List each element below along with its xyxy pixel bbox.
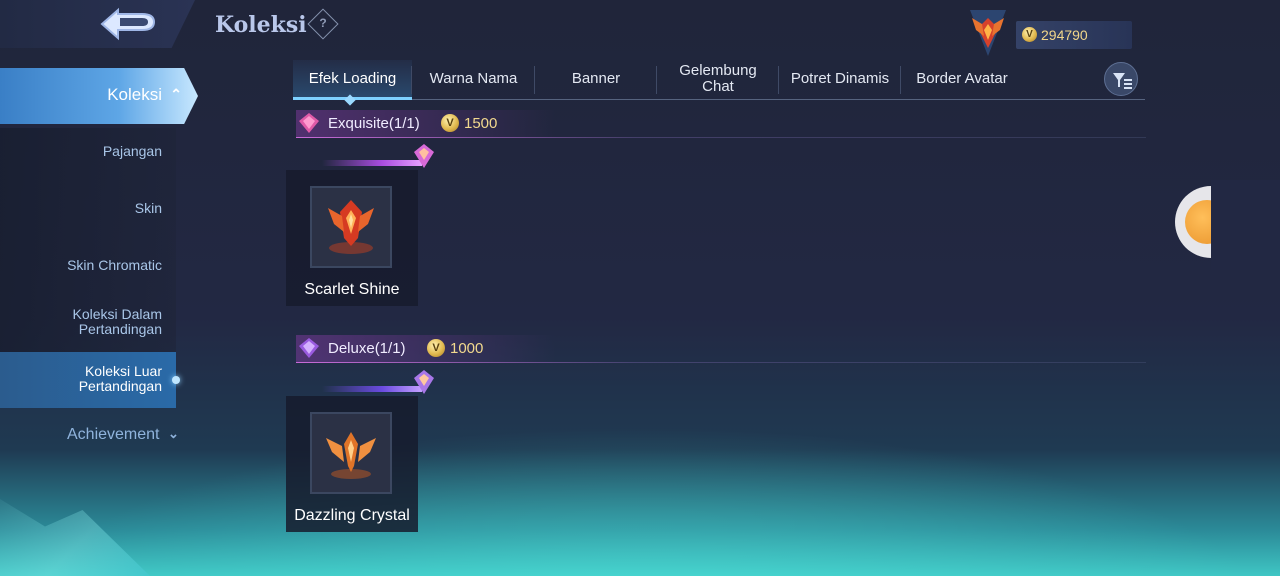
- tab-border-avatar[interactable]: Border Avatar: [901, 60, 1023, 98]
- filter-button[interactable]: [1104, 62, 1138, 96]
- item-card-scarlet-shine[interactable]: Scarlet Shine: [286, 144, 434, 306]
- chevron-down-icon: ⌄: [168, 426, 179, 441]
- background-glow: [0, 426, 1280, 576]
- section-price: 1000: [450, 340, 484, 357]
- sidebar-item-koleksi[interactable]: Koleksi ⌃: [0, 68, 198, 124]
- sidebar-item-koleksi-luar-pertandingan[interactable]: Koleksi Luar Pertandingan: [0, 352, 180, 408]
- section-price: 1500: [464, 115, 498, 132]
- item-name: Dazzling Crystal: [294, 507, 410, 524]
- deluxe-gem-icon: [299, 338, 319, 358]
- section-label: Exquisite(1/1): [328, 115, 420, 132]
- sidebar-item-label: Koleksi: [107, 85, 162, 104]
- sidebar-item-koleksi-dalam-pertandingan[interactable]: Koleksi Dalam Pertandingan: [0, 307, 176, 337]
- item-thumbnail: [310, 412, 392, 494]
- exquisite-gem-icon: [299, 113, 319, 133]
- category-tabs: Efek Loading Warna Nama Banner Gelembung…: [293, 60, 1145, 100]
- coin-icon: V: [427, 339, 445, 357]
- chevron-up-icon: ⌃: [170, 86, 182, 102]
- back-button[interactable]: [0, 0, 195, 48]
- scarlet-shine-icon: [328, 200, 374, 254]
- tab-gelembung-chat[interactable]: Gelembung Chat: [657, 60, 779, 98]
- currency-display: V 294790: [1016, 21, 1132, 49]
- coin-icon: V: [441, 114, 459, 132]
- page-title: Koleksi: [215, 12, 307, 38]
- currency-value: 294790: [1041, 27, 1088, 43]
- section-label: Deluxe(1/1): [328, 340, 406, 357]
- sidebar-item-skin-chromatic[interactable]: Skin Chromatic: [0, 258, 176, 273]
- coin-icon: V: [1022, 27, 1037, 42]
- sidebar-item-pajangan[interactable]: Pajangan: [0, 144, 176, 159]
- filter-icon: [1113, 73, 1132, 89]
- tab-efek-loading[interactable]: Efek Loading: [293, 60, 412, 100]
- item-name: Scarlet Shine: [304, 281, 400, 298]
- section-header-exquisite: Exquisite(1/1) V 1500: [296, 110, 1146, 138]
- gem-icon: [414, 370, 434, 394]
- background-crystal: [0, 499, 150, 576]
- rank-emblem-icon: [970, 10, 1006, 56]
- tab-potret-dinamis[interactable]: Potret Dinamis: [779, 60, 901, 98]
- back-arrow-icon: [100, 7, 156, 41]
- sidebar-item-skin[interactable]: Skin: [0, 201, 176, 216]
- help-icon[interactable]: ?: [307, 8, 339, 40]
- sidebar-item-achievement[interactable]: Achievement: [67, 426, 160, 444]
- item-thumbnail: [310, 186, 392, 268]
- dazzling-crystal-icon: [326, 432, 376, 479]
- section-header-deluxe: Deluxe(1/1) V 1000: [296, 335, 1146, 363]
- tab-banner[interactable]: Banner: [535, 60, 657, 98]
- gem-icon: [414, 144, 434, 168]
- tab-warna-nama[interactable]: Warna Nama: [412, 60, 535, 98]
- floating-shortcut-button[interactable]: [1175, 186, 1229, 258]
- item-card-dazzling-crystal[interactable]: Dazzling Crystal: [286, 370, 434, 532]
